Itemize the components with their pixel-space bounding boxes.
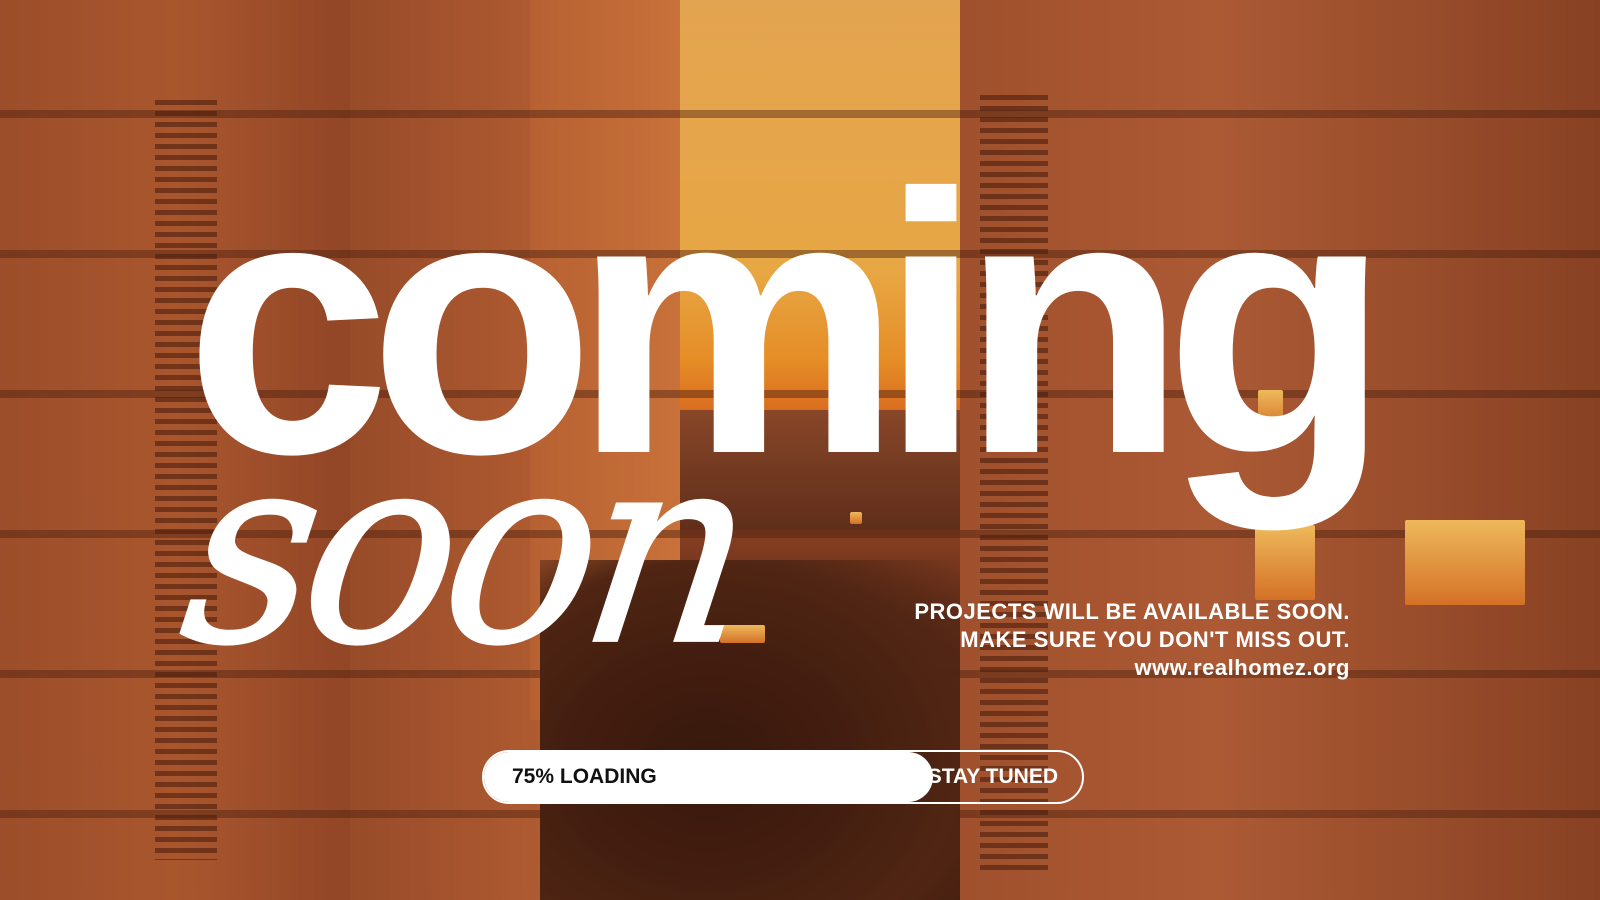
loading-progress-bar: 75% LOADING STAY TUNED (482, 750, 1084, 804)
progress-label: 75% LOADING (512, 765, 657, 788)
tagline-line-2: MAKE SURE YOU DON'T MISS OUT. (960, 627, 1350, 652)
headline-soon: soon (167, 395, 763, 704)
tagline: PROJECTS WILL BE AVAILABLE SOON. MAKE SU… (914, 598, 1350, 682)
website-link[interactable]: www.realhomez.org (914, 654, 1350, 682)
tagline-line-1: PROJECTS WILL BE AVAILABLE SOON. (914, 599, 1350, 624)
stay-tuned-label: STAY TUNED (927, 765, 1058, 788)
